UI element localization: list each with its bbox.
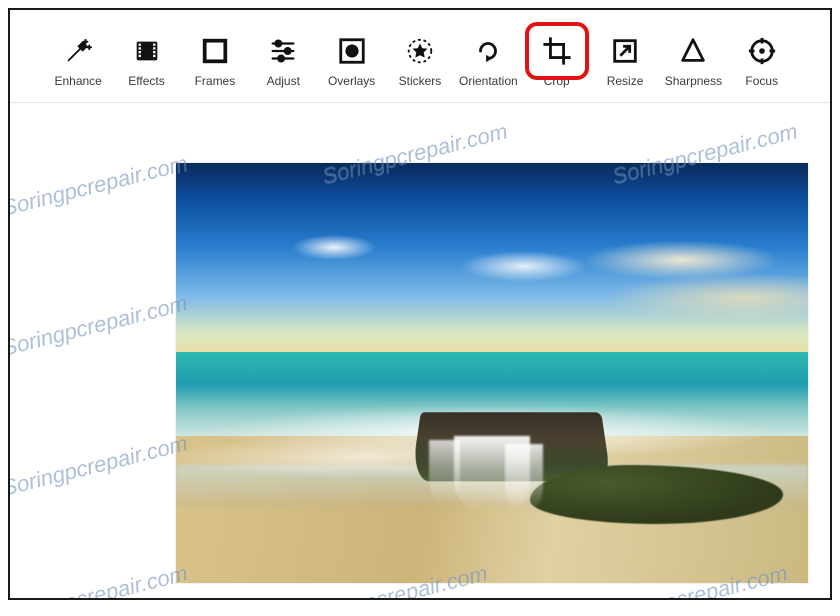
tool-label: Orientation xyxy=(459,74,518,88)
watermark: Soringpcrepair.com xyxy=(8,290,190,361)
toolbar: Enhance Effects Frames Adjust Overlays xyxy=(10,10,830,103)
tool-overlays[interactable]: Overlays xyxy=(317,28,385,92)
canvas-area: Soringpcrepair.com Soringpcrepair.com So… xyxy=(10,103,830,599)
tool-crop[interactable]: Crop xyxy=(523,28,591,92)
tool-label: Adjust xyxy=(267,74,300,88)
tool-label: Frames xyxy=(195,74,236,88)
watermark: Soringpcrepair.com xyxy=(8,150,190,221)
sharpness-icon xyxy=(678,32,708,70)
orientation-icon xyxy=(473,32,503,70)
resize-icon xyxy=(610,32,640,70)
effects-icon xyxy=(132,32,162,70)
crop-icon xyxy=(542,32,572,70)
tool-label: Sharpness xyxy=(665,74,722,88)
tool-label: Resize xyxy=(607,74,644,88)
image-preview[interactable] xyxy=(176,163,808,583)
watermark: Soringpcrepair.com xyxy=(8,560,190,600)
tool-stickers[interactable]: Stickers xyxy=(386,28,454,92)
stickers-icon xyxy=(405,32,435,70)
tool-resize[interactable]: Resize xyxy=(591,28,659,92)
adjust-icon xyxy=(268,32,298,70)
frames-icon xyxy=(200,32,230,70)
tool-label: Enhance xyxy=(54,74,101,88)
tool-adjust[interactable]: Adjust xyxy=(249,28,317,92)
watermark: Soringpcrepair.com xyxy=(8,430,190,501)
app-window: Enhance Effects Frames Adjust Overlays xyxy=(8,8,832,600)
tool-orientation[interactable]: Orientation xyxy=(454,28,522,92)
tool-enhance[interactable]: Enhance xyxy=(44,28,112,92)
enhance-icon xyxy=(63,32,93,70)
tool-label: Crop xyxy=(544,74,570,88)
tool-label: Overlays xyxy=(328,74,375,88)
tool-frames[interactable]: Frames xyxy=(181,28,249,92)
overlays-icon xyxy=(337,32,367,70)
tool-effects[interactable]: Effects xyxy=(112,28,180,92)
focus-icon xyxy=(747,32,777,70)
tool-sharpness[interactable]: Sharpness xyxy=(659,28,727,92)
tool-focus[interactable]: Focus xyxy=(728,28,796,92)
tool-label: Stickers xyxy=(399,74,442,88)
tool-label: Effects xyxy=(128,74,164,88)
tool-label: Focus xyxy=(745,74,778,88)
